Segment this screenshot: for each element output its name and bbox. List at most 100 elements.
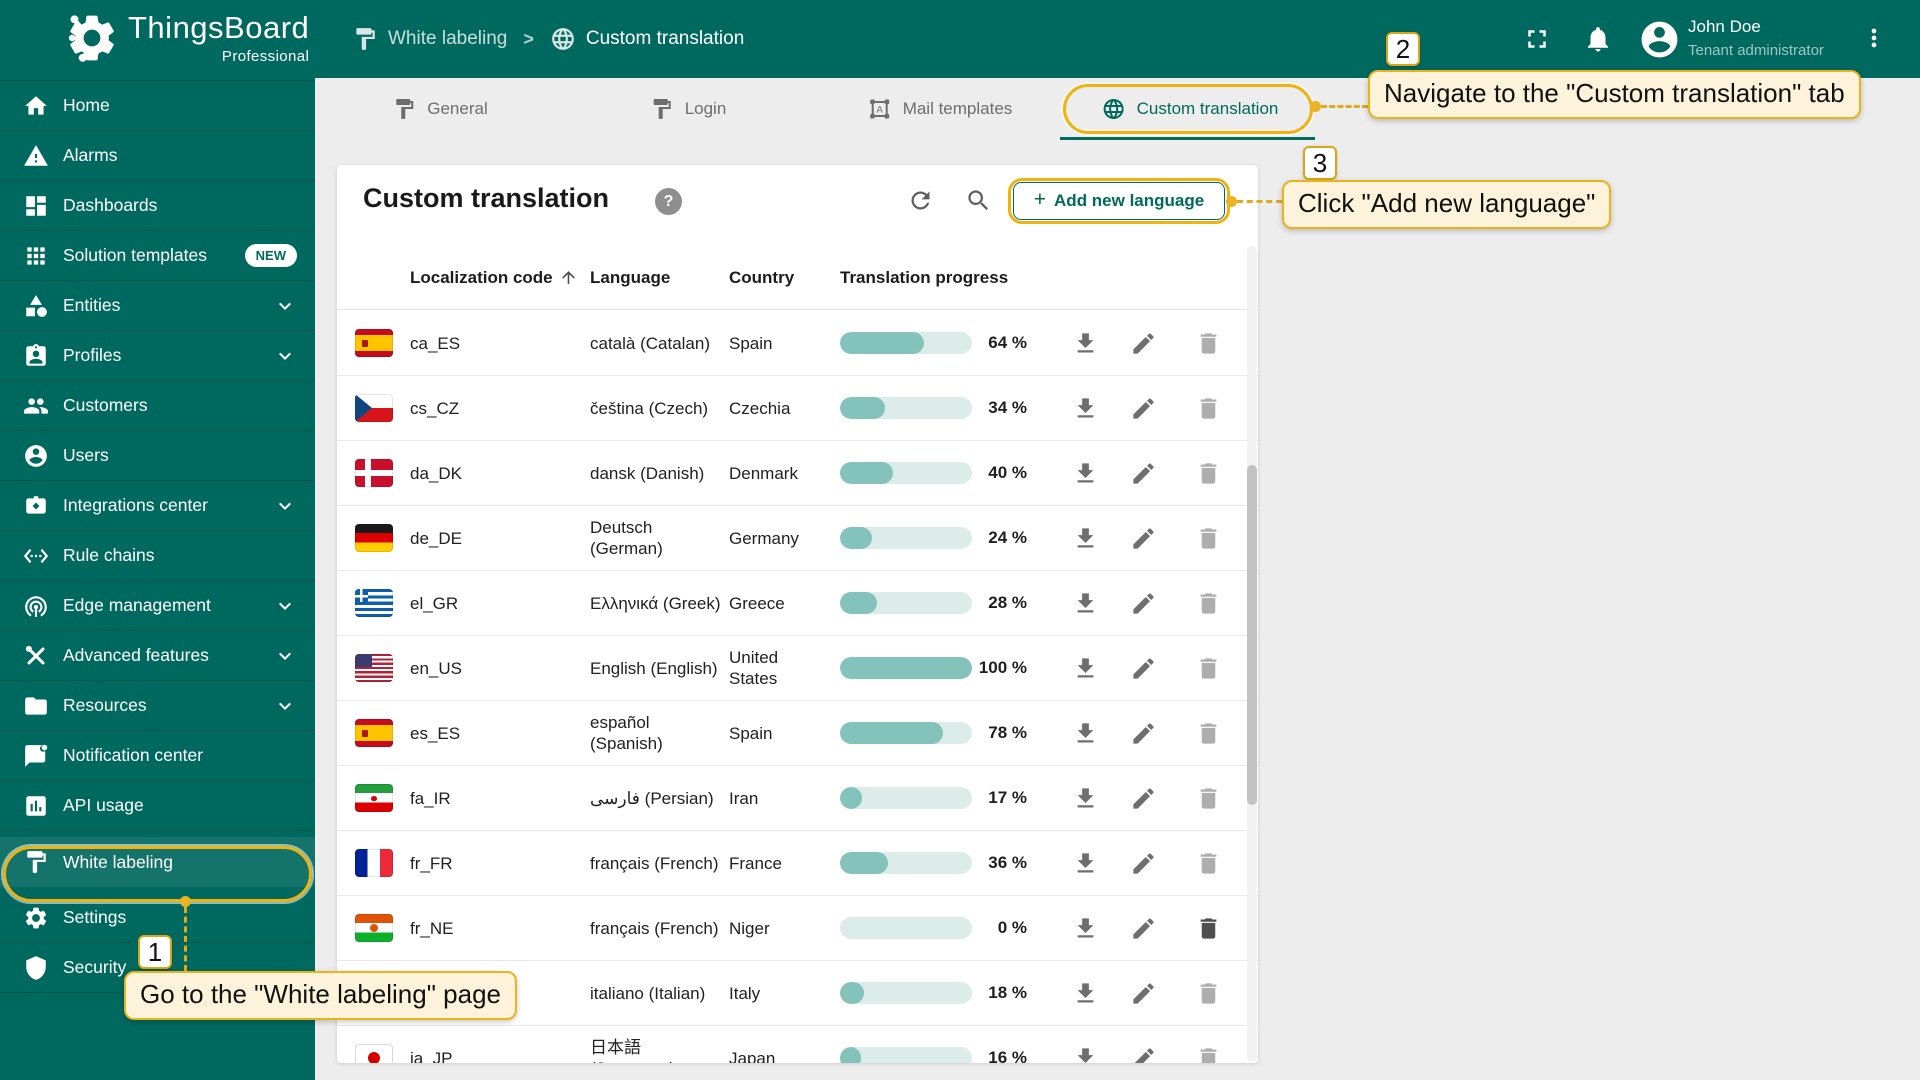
edit-icon[interactable] (1130, 590, 1157, 617)
sidebar-item-security[interactable]: Security (0, 943, 315, 993)
download-icon[interactable] (1072, 785, 1099, 812)
download-icon[interactable] (1072, 720, 1099, 747)
avatar[interactable] (1638, 18, 1681, 61)
edit-icon[interactable] (1130, 785, 1157, 812)
logo[interactable]: ThingsBoard Professional (64, 10, 309, 66)
sidebar-item-rule-chains[interactable]: Rule chains (0, 531, 315, 581)
sidebar-item-settings[interactable]: Settings (0, 893, 315, 943)
table-scrollbar-thumb[interactable] (1247, 465, 1257, 805)
edit-icon[interactable] (1130, 330, 1157, 357)
delete-icon[interactable] (1195, 655, 1222, 682)
delete-icon[interactable] (1195, 980, 1222, 1007)
table-row-ja_JP[interactable]: ja_JP 日本語 (Japanese) Japan 16 % (337, 1026, 1258, 1063)
sidebar-item-dashboards[interactable]: Dashboards (0, 181, 315, 231)
sidebar-item-edge-management[interactable]: Edge management (0, 581, 315, 631)
translation-progress-fill (840, 527, 872, 549)
sidebar-item-home[interactable]: Home (0, 81, 315, 131)
sidebar-item-integrations-center[interactable]: Integrations center (0, 481, 315, 531)
download-icon[interactable] (1072, 655, 1099, 682)
sidebar-item-label: Security (63, 957, 127, 977)
table-row-en_US[interactable]: en_US English (English) United States 100 % (337, 636, 1258, 701)
download-icon[interactable] (1072, 590, 1099, 617)
es-flag-icon (355, 719, 393, 747)
edit-icon[interactable] (1130, 460, 1157, 487)
edit-icon[interactable] (1130, 655, 1157, 682)
breadcrumb-white-labeling[interactable]: White labeling (388, 28, 507, 50)
sidebar-item-advanced-features[interactable]: Advanced features (0, 631, 315, 681)
tab-custom-menu[interactable]: Custom menu (1374, 78, 1514, 140)
tab-custom-translation[interactable]: Custom translation (1102, 78, 1278, 140)
download-icon[interactable] (1072, 980, 1099, 1007)
delete-icon[interactable] (1195, 590, 1222, 617)
delete-icon[interactable] (1195, 720, 1222, 747)
table-row-fr_FR[interactable]: fr_FR français (French) France 36 % (337, 831, 1258, 896)
more-vert-icon[interactable] (1860, 24, 1888, 52)
download-icon[interactable] (1072, 915, 1099, 942)
delete-icon[interactable] (1195, 1045, 1222, 1063)
sidebar-item-white-labeling[interactable]: White labeling (0, 837, 315, 887)
edit-icon[interactable] (1130, 395, 1157, 422)
column-header-country[interactable]: Country (729, 245, 794, 310)
sidebar-item-users[interactable]: Users (0, 431, 315, 481)
translation-progress-bar (840, 462, 972, 484)
table-row-es_ES[interactable]: es_ES español (Spanish) Spain 78 % (337, 701, 1258, 766)
download-icon[interactable] (1072, 525, 1099, 552)
user-block[interactable]: John Doe Tenant administrator (1688, 17, 1858, 59)
download-icon[interactable] (1072, 460, 1099, 487)
user-role: Tenant administrator (1688, 42, 1824, 59)
edit-icon[interactable] (1130, 915, 1157, 942)
tab-mail-templates[interactable]: A Mail templates (868, 78, 1012, 140)
table-row-it_IT[interactable]: it_IT italiano (Italian) Italy 18 % (337, 961, 1258, 1026)
download-icon[interactable] (1072, 850, 1099, 877)
cell-country: Iran (729, 788, 759, 808)
download-icon[interactable] (1072, 395, 1099, 422)
notifications-bell-icon[interactable] (1583, 24, 1613, 54)
add-new-language-button[interactable]: + Add new language (1013, 182, 1225, 220)
tab-general[interactable]: General (392, 78, 488, 140)
table-row-cs_CZ[interactable]: cs_CZ čeština (Czech) Czechia 34 % (337, 376, 1258, 441)
edit-icon[interactable] (1130, 980, 1157, 1007)
delete-icon[interactable] (1195, 395, 1222, 422)
delete-icon[interactable] (1195, 785, 1222, 812)
download-icon[interactable] (1072, 1045, 1099, 1063)
table-row-fr_NE[interactable]: fr_NE français (French) Niger 0 % (337, 896, 1258, 961)
table-row-el_GR[interactable]: el_GR Ελληνικά (Greek) Greece 28 % (337, 571, 1258, 636)
sidebar-item-api-usage[interactable]: API usage (0, 781, 315, 831)
edit-icon[interactable] (1130, 525, 1157, 552)
translation-progress-value: 0 % (997, 918, 1027, 937)
cell-country: Japan (729, 1048, 776, 1064)
sidebar-item-entities[interactable]: Entities (0, 281, 315, 331)
delete-icon[interactable] (1195, 525, 1222, 552)
sidebar-item-notification-center[interactable]: Notification center (0, 731, 315, 781)
edit-icon[interactable] (1130, 850, 1157, 877)
sidebar-item-alarms[interactable]: Alarms (0, 131, 315, 181)
table-row-ca_ES[interactable]: ca_ES català (Catalan) Spain 64 % (337, 311, 1258, 376)
tab-login[interactable]: Login (650, 78, 726, 140)
edit-icon[interactable] (1130, 720, 1157, 747)
delete-icon[interactable] (1195, 330, 1222, 357)
column-header-localization-code[interactable]: Localization code (410, 245, 578, 310)
profiles-icon (23, 343, 49, 369)
cell-country: Spain (729, 333, 773, 353)
download-icon[interactable] (1072, 330, 1099, 357)
fullscreen-icon[interactable] (1522, 24, 1552, 54)
sidebar-item-customers[interactable]: Customers (0, 381, 315, 431)
table-row-da_DK[interactable]: da_DK dansk (Danish) Denmark 40 % (337, 441, 1258, 506)
translation-progress-fill (840, 332, 925, 354)
help-icon[interactable]: ? (655, 188, 682, 215)
edit-icon[interactable] (1130, 1045, 1157, 1063)
sidebar-item-label: Profiles (63, 345, 122, 365)
table-row-fa_IR[interactable]: fa_IR فارسی (Persian) Iran 17 % (337, 766, 1258, 831)
delete-icon[interactable] (1195, 850, 1222, 877)
refresh-icon[interactable] (907, 187, 934, 214)
column-header-translation-progress[interactable]: Translation progress (840, 245, 1008, 310)
column-header-language[interactable]: Language (590, 245, 670, 310)
search-icon[interactable] (965, 187, 992, 214)
table-row-de_DE[interactable]: de_DE Deutsch (German) Germany 24 % (337, 506, 1258, 571)
sidebar-item-profiles[interactable]: Profiles (0, 331, 315, 381)
sidebar-item-resources[interactable]: Resources (0, 681, 315, 731)
delete-icon[interactable] (1195, 915, 1222, 942)
delete-icon[interactable] (1195, 460, 1222, 487)
paint-roller-icon (352, 26, 378, 52)
sidebar-item-solution-templates[interactable]: Solution templates NEW (0, 231, 315, 281)
